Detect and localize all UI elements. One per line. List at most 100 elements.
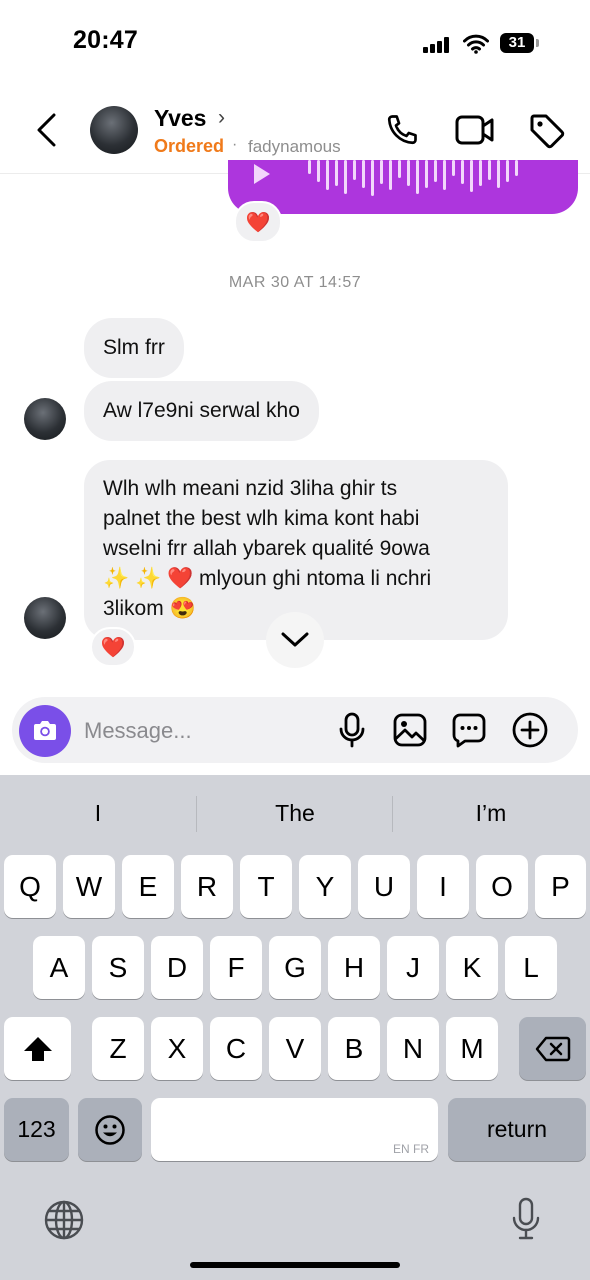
waveform-bar xyxy=(335,160,338,186)
dictation-mic-icon[interactable] xyxy=(509,1196,543,1242)
waveform-bar xyxy=(479,160,482,186)
waveform-bar xyxy=(416,160,419,194)
backspace-key[interactable] xyxy=(519,1017,586,1080)
voice-message-bubble[interactable] xyxy=(228,160,578,214)
key-v[interactable]: V xyxy=(269,1017,321,1080)
cellular-signal-icon xyxy=(423,37,451,53)
status-time: 20:47 xyxy=(73,26,138,54)
emoji-icon xyxy=(95,1114,125,1145)
waveform-bar xyxy=(344,160,347,194)
play-icon[interactable] xyxy=(254,164,270,184)
waveform-bar xyxy=(317,160,320,182)
phone-icon[interactable] xyxy=(384,112,420,148)
camera-icon xyxy=(34,721,56,740)
wifi-icon xyxy=(463,34,489,54)
message-input[interactable] xyxy=(84,716,324,746)
key-o[interactable]: O xyxy=(476,855,528,918)
suggestion-1[interactable]: I xyxy=(0,800,196,827)
waveform-bar xyxy=(353,160,356,180)
waveform-bar xyxy=(362,160,365,188)
key-y[interactable]: Y xyxy=(299,855,351,918)
waveform-bar xyxy=(425,160,428,188)
suggestion-2[interactable]: The xyxy=(197,800,393,827)
key-g[interactable]: G xyxy=(269,936,321,999)
key-i[interactable]: I xyxy=(417,855,469,918)
shift-key[interactable] xyxy=(4,1017,71,1080)
tag-icon[interactable] xyxy=(528,112,566,150)
waveform-bar xyxy=(452,160,455,176)
contact-name[interactable]: Yves xyxy=(154,105,206,132)
received-message[interactable]: Slm frr xyxy=(84,318,184,378)
battery-tip xyxy=(536,39,539,47)
home-indicator xyxy=(190,1262,400,1268)
contact-avatar[interactable] xyxy=(90,106,138,154)
key-t[interactable]: T xyxy=(240,855,292,918)
message-text: Slm frr xyxy=(103,336,165,359)
contact-username: fadynamous xyxy=(248,137,341,156)
waveform-bar xyxy=(389,160,392,190)
key-m[interactable]: M xyxy=(446,1017,498,1080)
waveform-bar xyxy=(371,160,374,196)
sender-avatar[interactable] xyxy=(24,398,66,440)
space-key[interactable]: EN FR xyxy=(151,1098,438,1161)
key-c[interactable]: C xyxy=(210,1017,262,1080)
language-hint: EN FR xyxy=(393,1142,429,1156)
globe-icon[interactable] xyxy=(43,1199,85,1241)
key-x[interactable]: X xyxy=(151,1017,203,1080)
key-l[interactable]: L xyxy=(505,936,557,999)
key-u[interactable]: U xyxy=(358,855,410,918)
key-k[interactable]: K xyxy=(446,936,498,999)
ordered-status-label: Ordered xyxy=(154,136,225,156)
waveform-bar xyxy=(470,160,473,192)
waveform-bar xyxy=(515,160,518,176)
message-line: palnet the best wlh kima kont habi xyxy=(103,507,420,530)
add-icon[interactable] xyxy=(511,711,549,749)
camera-button[interactable] xyxy=(19,705,71,757)
message-line: Wlh wlh meani nzid 3liha ghir ts xyxy=(103,477,398,500)
key-b[interactable]: B xyxy=(328,1017,380,1080)
key-s[interactable]: S xyxy=(92,936,144,999)
emoji-key[interactable] xyxy=(78,1098,142,1161)
scroll-to-bottom-button[interactable] xyxy=(266,612,324,668)
shift-icon xyxy=(23,1036,52,1061)
key-p[interactable]: P xyxy=(535,855,586,918)
key-j[interactable]: J xyxy=(387,936,439,999)
key-n[interactable]: N xyxy=(387,1017,439,1080)
waveform-bar xyxy=(308,160,311,174)
sticker-icon[interactable] xyxy=(451,712,487,748)
voice-reaction-heart[interactable]: ❤️ xyxy=(234,201,282,243)
waveform-bar xyxy=(326,160,329,190)
microphone-icon[interactable] xyxy=(336,711,368,749)
battery-level: 31 xyxy=(508,34,526,51)
waveform-bar xyxy=(461,160,464,184)
gallery-icon[interactable] xyxy=(392,712,428,748)
key-a[interactable]: A xyxy=(33,936,85,999)
waveform-bar xyxy=(407,160,410,186)
message-reaction-heart[interactable]: ❤️ xyxy=(90,627,136,667)
waveform-bar xyxy=(488,160,491,180)
numbers-key[interactable]: 123 xyxy=(4,1098,69,1161)
back-chevron-icon[interactable] xyxy=(34,112,60,148)
return-key[interactable]: return xyxy=(448,1098,586,1161)
key-z[interactable]: Z xyxy=(92,1017,144,1080)
backspace-icon xyxy=(535,1036,570,1061)
key-q[interactable]: Q xyxy=(4,855,56,918)
chevron-down-icon xyxy=(281,632,309,647)
received-message[interactable]: Aw l7e9ni serwal kho xyxy=(84,381,319,441)
suggestion-3[interactable]: I’m xyxy=(393,800,589,827)
waveform-bar xyxy=(497,160,500,188)
waveform-bar xyxy=(506,160,509,182)
key-h[interactable]: H xyxy=(328,936,380,999)
battery-icon: 31 xyxy=(500,33,534,53)
waveform-bar xyxy=(398,160,401,178)
video-camera-icon[interactable] xyxy=(455,113,495,147)
chat-timestamp: MAR 30 AT 14:57 xyxy=(228,274,362,291)
profile-chevron-icon[interactable]: › xyxy=(218,106,225,130)
key-r[interactable]: R xyxy=(181,855,233,918)
key-d[interactable]: D xyxy=(151,936,203,999)
message-line: ✨ ✨ ❤️ mlyoun ghi ntoma li nchri xyxy=(103,567,432,590)
key-w[interactable]: W xyxy=(63,855,115,918)
key-e[interactable]: E xyxy=(122,855,174,918)
key-f[interactable]: F xyxy=(210,936,262,999)
sender-avatar[interactable] xyxy=(24,597,66,639)
